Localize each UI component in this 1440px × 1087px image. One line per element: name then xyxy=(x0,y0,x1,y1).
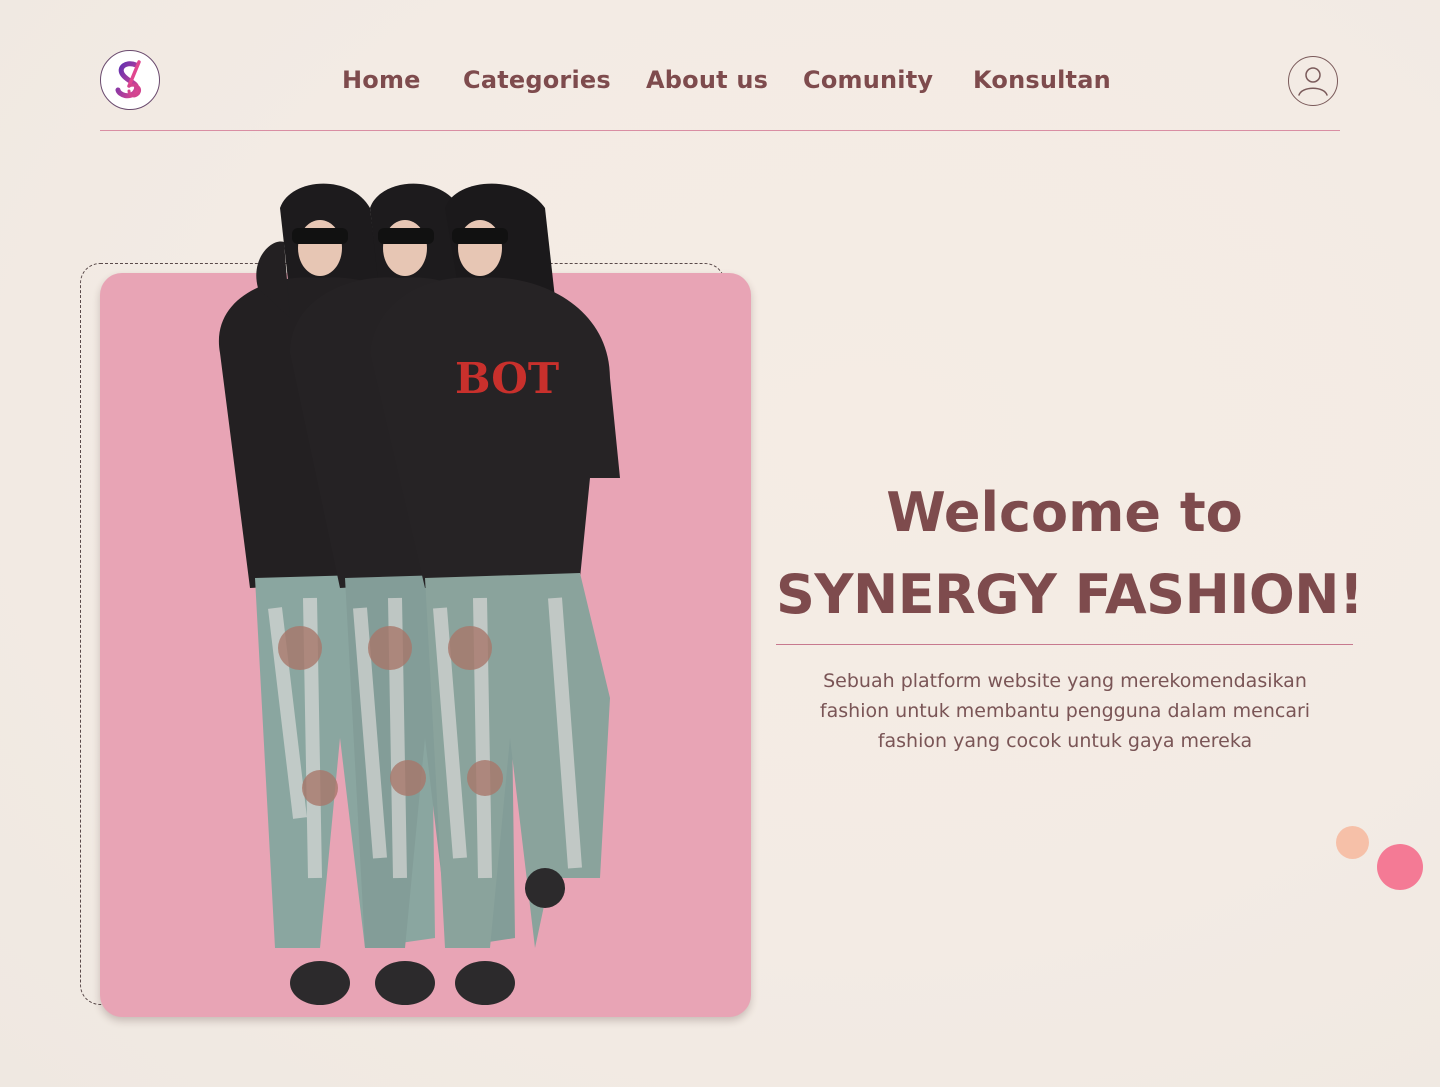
decorative-dot-peach xyxy=(1336,826,1369,859)
nav-categories[interactable]: Categories xyxy=(463,62,611,98)
profile-button[interactable] xyxy=(1288,56,1338,106)
hero-description: Sebuah platform website yang merekomenda… xyxy=(819,670,1311,752)
fashion-models-image: BOT xyxy=(218,183,620,1005)
brand-logo[interactable] xyxy=(100,50,160,110)
nav-about-us[interactable]: About us xyxy=(646,62,768,98)
decorative-dot-pink xyxy=(1377,844,1423,890)
nav-konsultan[interactable]: Konsultan xyxy=(973,62,1111,98)
hero-title-line-2: SYNERGY FASHION! xyxy=(776,563,1364,626)
nav-home[interactable]: Home xyxy=(342,62,421,98)
header-divider xyxy=(100,130,1340,131)
nav-community[interactable]: Comunity xyxy=(803,62,933,98)
user-circle-icon xyxy=(1298,67,1328,96)
logo-mark-icon xyxy=(115,60,142,99)
svg-text:BOT: BOT xyxy=(455,354,559,403)
landing-page: Home Categories About us Comunity Konsul… xyxy=(0,0,1440,1087)
hero-title-line-1: Welcome to xyxy=(886,481,1243,544)
title-divider xyxy=(776,644,1353,645)
